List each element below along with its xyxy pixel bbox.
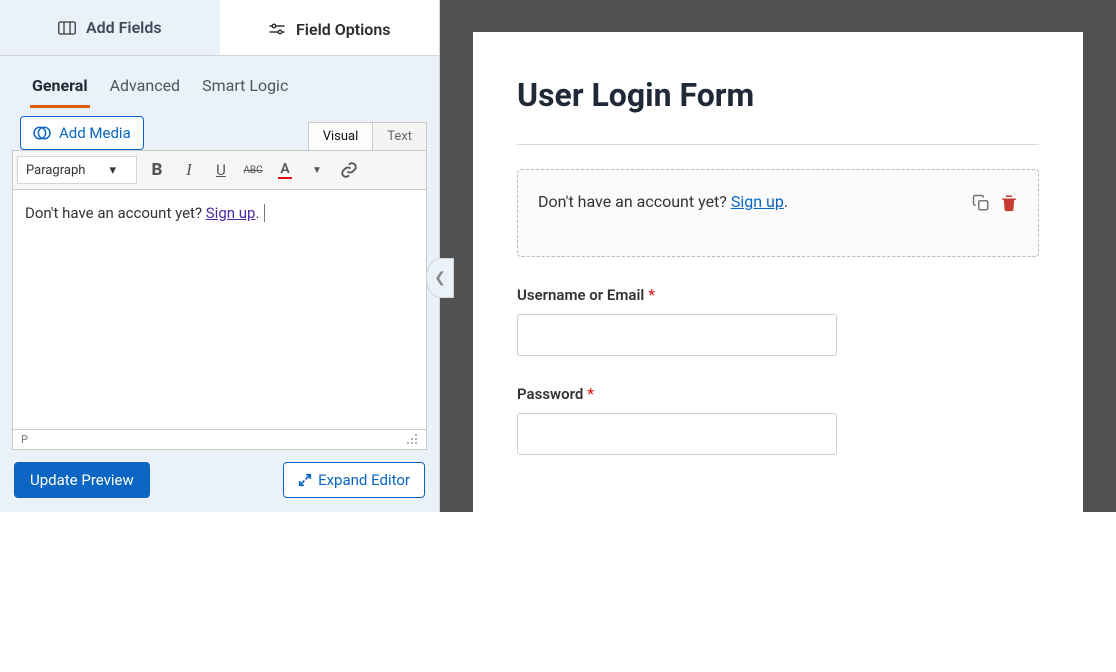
required-mark: * — [648, 285, 655, 304]
expand-label: Expand Editor — [318, 471, 410, 489]
field-label: Username or Email — [517, 286, 644, 304]
signup-link[interactable]: Sign up — [731, 192, 784, 211]
resize-grip-icon[interactable] — [406, 433, 418, 446]
chevron-down-icon: ▾ — [109, 163, 116, 178]
panel-collapse-handle[interactable]: ❮ — [426, 258, 454, 298]
subtab-general[interactable]: General — [30, 70, 90, 108]
strikethrough-button[interactable]: ABC — [237, 154, 269, 186]
editor-mode-tabs: Visual Text — [309, 122, 427, 150]
form-title: User Login Form — [517, 76, 1039, 114]
expand-editor-button[interactable]: Expand Editor — [283, 462, 425, 498]
divider — [517, 144, 1039, 145]
tab-label: Add Fields — [86, 18, 162, 37]
expand-icon — [298, 473, 312, 487]
settings-icon — [268, 22, 286, 36]
bold-button[interactable]: B — [141, 154, 173, 186]
field-password: Password * — [517, 384, 1039, 455]
sliders-icon — [58, 21, 76, 35]
editor-tab-text[interactable]: Text — [372, 122, 427, 150]
underline-button[interactable]: U — [205, 154, 237, 186]
media-icon — [33, 125, 51, 141]
text-cursor — [260, 204, 265, 222]
editor-actions: Update Preview Expand Editor — [0, 450, 439, 510]
editor-text-suffix: . — [255, 204, 259, 222]
editor-path-bar: P — [12, 430, 427, 450]
editor-link[interactable]: Sign up — [206, 204, 256, 222]
field-label: Password — [517, 385, 583, 403]
text-color-menu-button[interactable]: ▼ — [301, 154, 333, 186]
tab-label: Field Options — [296, 20, 390, 39]
left-panel: Add Fields Field Options General Advance… — [0, 0, 440, 512]
content-editor[interactable]: Don't have an account yet? Sign up. — [12, 190, 427, 430]
block-actions — [972, 194, 1018, 212]
html-field-block[interactable]: Don't have an account yet? Sign up. — [517, 169, 1039, 257]
html-field-content: Don't have an account yet? Sign up. — [538, 192, 788, 212]
format-select[interactable]: Paragraph ▾ — [17, 156, 137, 184]
main-tabs: Add Fields Field Options — [0, 0, 439, 56]
italic-button[interactable]: I — [173, 154, 205, 186]
format-label: Paragraph — [26, 163, 85, 178]
delete-icon[interactable] — [1000, 194, 1018, 212]
html-text: Don't have an account yet? — [538, 192, 731, 211]
required-mark: * — [587, 384, 594, 403]
tab-field-options[interactable]: Field Options — [220, 0, 440, 56]
password-input[interactable] — [517, 413, 837, 455]
username-input[interactable] — [517, 314, 837, 356]
text-color-button[interactable]: A — [269, 154, 301, 186]
editor-text: Don't have an account yet? — [25, 204, 206, 222]
add-media-button[interactable]: Add Media — [20, 116, 144, 150]
field-username: Username or Email * — [517, 285, 1039, 356]
sub-tabs: General Advanced Smart Logic — [0, 56, 439, 108]
duplicate-icon[interactable] — [972, 194, 990, 212]
form-preview: User Login Form Don't have an account ye… — [473, 32, 1083, 672]
subtab-advanced[interactable]: Advanced — [108, 70, 183, 108]
editor-tab-visual[interactable]: Visual — [308, 122, 374, 150]
rte-toolbar: Paragraph ▾ B I U ABC A ▼ — [12, 150, 427, 190]
insert-link-button[interactable] — [333, 154, 365, 186]
add-media-label: Add Media — [59, 124, 131, 142]
editor-path: P — [21, 433, 28, 446]
subtab-smart-logic[interactable]: Smart Logic — [200, 70, 290, 108]
update-preview-button[interactable]: Update Preview — [14, 462, 150, 498]
tab-add-fields[interactable]: Add Fields — [0, 0, 220, 56]
preview-area: ❮ User Login Form Don't have an account … — [440, 0, 1116, 512]
chevron-left-icon: ❮ — [434, 270, 446, 286]
html-text-suffix: . — [784, 192, 788, 211]
